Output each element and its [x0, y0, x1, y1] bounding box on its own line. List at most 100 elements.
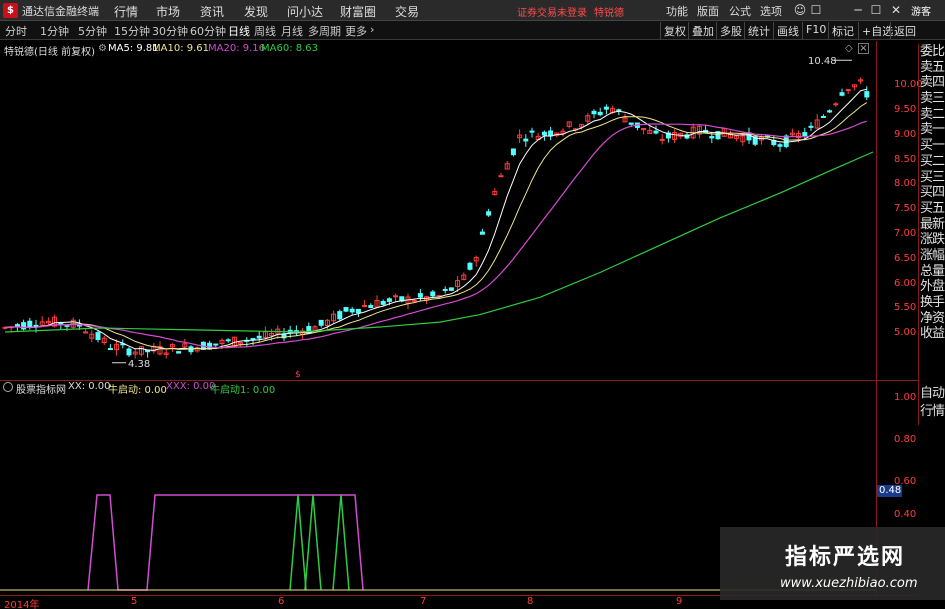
menu-news[interactable]: 资讯	[200, 3, 224, 20]
price-info-bar: 特锐德(日线 前复权) ⚙ MA5: 9.81 MA10: 9.61 MA20:…	[0, 41, 876, 58]
candle-body	[709, 136, 715, 139]
ind-tick: 0.40	[894, 509, 917, 520]
candle-body	[355, 308, 361, 314]
period-monthly[interactable]: 月线	[281, 23, 303, 39]
candle-body	[548, 130, 554, 137]
multi-stock-button[interactable]: 多股	[716, 22, 745, 39]
price-tick: 7.50	[894, 203, 917, 214]
watermark-text: 指标严选网	[785, 545, 906, 570]
auto-button[interactable]: 自动	[919, 385, 945, 403]
draw-button[interactable]: 画线	[773, 22, 802, 39]
close-pane-icon[interactable]: ×	[858, 43, 869, 54]
candle-body	[820, 116, 826, 119]
formula-button[interactable]: 公式	[729, 3, 751, 19]
period-60min[interactable]: 60分钟	[190, 23, 226, 39]
signal-green-pulse	[289, 494, 307, 591]
low-annotation: 4.38	[128, 359, 150, 370]
menu-ask[interactable]: 问小达	[287, 3, 323, 20]
close-icon[interactable]: ✕	[888, 3, 904, 18]
quote-panel-item[interactable]: 涨跌	[919, 232, 945, 248]
overlay-button[interactable]: 叠加	[688, 22, 717, 39]
candle-body	[603, 106, 609, 110]
quote-panel-item[interactable]: 收益	[919, 326, 945, 342]
indicator-name[interactable]: 股票指标网	[16, 381, 66, 396]
period-intraday[interactable]: 分时	[5, 23, 27, 39]
period-30min[interactable]: 30分钟	[152, 23, 188, 39]
menu-wealth[interactable]: 财富圈	[340, 3, 376, 20]
price-tick: 6.50	[894, 253, 917, 264]
candle-body	[845, 89, 851, 92]
quote-panel-item[interactable]: 买一	[919, 138, 945, 154]
quote-panel-item[interactable]: 净资	[919, 311, 945, 327]
quote-panel-item[interactable]: 总量	[919, 264, 945, 280]
price-scale: 10.00 9.50 9.00 8.50 8.00 7.50 7.00 6.50…	[876, 41, 923, 381]
indicator-xx: XX: 0.00	[68, 381, 111, 392]
watermark: 指标严选网 www.xuezhibiao.com	[720, 527, 945, 600]
period-1min[interactable]: 1分钟	[40, 23, 69, 39]
skin-icon[interactable]: ☐	[808, 3, 824, 18]
f10-button[interactable]: F10	[802, 22, 829, 39]
quote-panel-item[interactable]: 最新	[919, 217, 945, 233]
period-15min[interactable]: 15分钟	[114, 23, 150, 39]
minimize-icon[interactable]: ─	[850, 3, 866, 18]
ind-tick: 1.00	[894, 392, 917, 403]
candle-body	[498, 175, 504, 178]
options-button[interactable]: 选项	[760, 3, 782, 19]
quote-panel-item[interactable]: 涨幅	[919, 248, 945, 264]
quote-panel-item[interactable]: 卖二	[919, 107, 945, 123]
period-more[interactable]: 更多	[345, 23, 367, 39]
candle-body	[486, 211, 492, 216]
function-button[interactable]: 功能	[666, 3, 688, 19]
quote-panel-item[interactable]: 买二	[919, 154, 945, 170]
stock-name[interactable]: 特锐德(日线 前复权)	[4, 43, 95, 58]
candle-body	[827, 110, 833, 113]
candle-body	[343, 307, 349, 312]
quote-panel-item[interactable]: 外盘	[919, 279, 945, 295]
user-icon[interactable]: ☺	[792, 3, 808, 18]
quote-panel-item[interactable]: 卖三	[919, 91, 945, 107]
period-daily[interactable]: 日线	[228, 23, 250, 39]
adjust-button[interactable]: 复权	[660, 22, 689, 39]
login-notice[interactable]: 证券交易未登录	[517, 4, 587, 19]
ind-current-marker: 0.48	[877, 485, 902, 497]
quote-button[interactable]: 行情	[919, 403, 945, 421]
layout-button[interactable]: 版面	[697, 3, 719, 19]
menu-market[interactable]: 市场	[156, 3, 180, 20]
price-tick: 7.00	[894, 228, 917, 239]
quote-panel-item[interactable]: 换手	[919, 295, 945, 311]
candle-body	[393, 295, 399, 298]
quote-panel-item[interactable]: 买五	[919, 201, 945, 217]
menu-discover[interactable]: 发现	[244, 3, 268, 20]
quote-panel-item[interactable]: 买三	[919, 170, 945, 186]
candle-body	[95, 332, 101, 340]
price-tick: 6.00	[894, 278, 917, 289]
watermark-url: www.xuezhibiao.com	[780, 576, 918, 591]
period-5min[interactable]: 5分钟	[78, 23, 107, 39]
back-button[interactable]: 返回	[890, 22, 919, 39]
mark-button[interactable]: 标记	[828, 22, 857, 39]
event-marker: $	[295, 370, 301, 380]
candle-body	[448, 287, 454, 291]
stats-button[interactable]: 统计	[744, 22, 773, 39]
maximize-icon[interactable]: ☐	[868, 3, 884, 18]
period-weekly[interactable]: 周线	[254, 23, 276, 39]
menu-quotes[interactable]: 行情	[114, 3, 138, 20]
quote-panel-item[interactable]: 卖一	[919, 122, 945, 138]
settings-icon[interactable]	[3, 382, 13, 392]
period-toolbar: 分时 1分钟 5分钟 15分钟 30分钟 60分钟 日线 周线 月线 多周期 更…	[0, 21, 945, 40]
chevron-right-icon[interactable]: ›	[370, 23, 374, 36]
quote-panel-item[interactable]: 委比	[919, 44, 945, 60]
menu-trade[interactable]: 交易	[395, 3, 419, 20]
quote-panel-item[interactable]: 卖五	[919, 60, 945, 76]
period-multi[interactable]: 多周期	[308, 23, 341, 39]
signal-green-pulse	[304, 494, 322, 591]
ma20-label: MA20: 9.16	[208, 43, 266, 54]
candle-body	[653, 130, 659, 134]
guest-label[interactable]: 游客	[911, 3, 931, 18]
diamond-icon[interactable]: ◇	[845, 43, 853, 54]
quote-panel-item[interactable]: 买四	[919, 185, 945, 201]
gear-icon[interactable]: ⚙	[98, 43, 107, 54]
quote-panel-item[interactable]: 卖四	[919, 75, 945, 91]
ma5-line	[4, 88, 867, 351]
candle-body	[777, 144, 783, 147]
